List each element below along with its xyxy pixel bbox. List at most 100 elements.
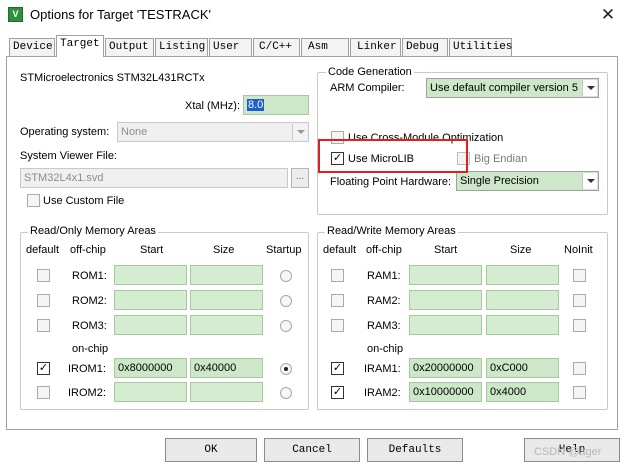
- ram1-label: RAM1:: [367, 270, 401, 282]
- rom-onchip-label: on-chip: [72, 343, 109, 355]
- use-custom-file-checkbox[interactable]: [27, 194, 40, 207]
- fph-select[interactable]: Single Precision: [456, 171, 599, 191]
- iram1-noinit-checkbox[interactable]: [573, 362, 586, 375]
- ok-button[interactable]: OK: [165, 438, 257, 462]
- iram1-label: IRAM1:: [364, 363, 401, 375]
- ram-header-start: Start: [434, 244, 458, 256]
- rom-header-startup: Startup: [266, 244, 302, 256]
- rom-areas-title: Read/Only Memory Areas: [28, 225, 158, 237]
- ram2-label: RAM2:: [367, 295, 401, 307]
- irom1-startup-radio[interactable]: [280, 363, 292, 375]
- ram3-start-input[interactable]: [409, 315, 482, 335]
- tab-utilities[interactable]: Utilities: [449, 38, 512, 56]
- iram1-start-input[interactable]: 0x20000000: [409, 358, 482, 378]
- os-label: Operating system:: [20, 126, 110, 138]
- irom2-label: IROM2:: [68, 387, 106, 399]
- os-value: None: [121, 126, 148, 138]
- irom2-start-input[interactable]: [114, 382, 187, 402]
- irom2-size-input[interactable]: [190, 382, 263, 402]
- rom1-size-input[interactable]: [190, 265, 263, 285]
- os-select: None: [117, 122, 309, 142]
- irom1-start-input[interactable]: 0x8000000: [114, 358, 187, 378]
- rom2-default-checkbox[interactable]: [37, 294, 50, 307]
- ram3-size-input[interactable]: [486, 315, 559, 335]
- ram3-default-checkbox[interactable]: [331, 319, 344, 332]
- ram-header-offchip: off-chip: [366, 244, 402, 256]
- irom2-startup-radio[interactable]: [280, 387, 292, 399]
- device-name: STMicroelectronics STM32L431RCTx: [20, 72, 205, 84]
- ram3-noinit-checkbox[interactable]: [573, 319, 586, 332]
- rom2-label: ROM2:: [72, 295, 107, 307]
- iram1-default-checkbox[interactable]: ✓: [331, 362, 344, 375]
- iram1-size-input[interactable]: 0xC000: [486, 358, 559, 378]
- ram-header-noinit: NoInit: [564, 244, 593, 256]
- irom1-label: IROM1:: [68, 363, 106, 375]
- tab-linker[interactable]: Linker: [350, 38, 401, 56]
- xtal-value: 8.0: [247, 99, 265, 111]
- ram3-label: RAM3:: [367, 320, 401, 332]
- ram-header-size: Size: [510, 244, 532, 256]
- rom2-size-input[interactable]: [190, 290, 263, 310]
- arm-compiler-select[interactable]: Use default compiler version 5: [426, 78, 599, 98]
- defaults-button[interactable]: Defaults: [367, 438, 463, 462]
- irom1-size-input[interactable]: 0x40000: [190, 358, 263, 378]
- rom2-startup-radio[interactable]: [280, 295, 292, 307]
- rom1-default-checkbox[interactable]: [37, 269, 50, 282]
- ram-onchip-label: on-chip: [367, 343, 404, 355]
- irom2-default-checkbox[interactable]: [37, 386, 50, 399]
- rom1-start-input[interactable]: [114, 265, 187, 285]
- rom3-default-checkbox[interactable]: [37, 319, 50, 332]
- rom-header-offchip: off-chip: [70, 244, 106, 256]
- rom3-startup-radio[interactable]: [280, 320, 292, 332]
- tab-asm[interactable]: Asm: [301, 38, 349, 56]
- arm-compiler-value: Use default compiler version 5: [430, 82, 578, 94]
- tab-device[interactable]: Device: [9, 38, 55, 56]
- ram1-start-input[interactable]: [409, 265, 482, 285]
- ram-header-default: default: [323, 244, 357, 256]
- tab-output[interactable]: Output: [105, 38, 154, 56]
- iram2-default-checkbox[interactable]: ✓: [331, 386, 344, 399]
- ram1-noinit-checkbox[interactable]: [573, 269, 586, 282]
- ram1-default-checkbox[interactable]: [331, 269, 344, 282]
- chevron-down-icon: [582, 173, 597, 189]
- fph-label: Floating Point Hardware:: [330, 176, 452, 188]
- window-title: Options for Target 'TESTRACK': [30, 7, 212, 22]
- rom2-start-input[interactable]: [114, 290, 187, 310]
- rom3-start-input[interactable]: [114, 315, 187, 335]
- rom1-label: ROM1:: [72, 270, 107, 282]
- ram1-size-input[interactable]: [486, 265, 559, 285]
- ram2-start-input[interactable]: [409, 290, 482, 310]
- chevron-down-icon: [582, 80, 597, 96]
- iram2-size-input[interactable]: 0x4000: [486, 382, 559, 402]
- use-custom-file-label: Use Custom File: [43, 195, 125, 207]
- rom1-startup-radio[interactable]: [280, 270, 292, 282]
- svf-input: STM32L4x1.svd: [20, 168, 288, 188]
- ram2-noinit-checkbox[interactable]: [573, 294, 586, 307]
- big-endian-label: Big Endian: [474, 153, 528, 165]
- tab-listing[interactable]: Listing: [155, 38, 208, 56]
- ram-areas-title: Read/Write Memory Areas: [325, 225, 458, 237]
- cancel-button[interactable]: Cancel: [264, 438, 360, 462]
- csdn-watermark: CSDN @ager: [534, 446, 602, 458]
- rom3-size-input[interactable]: [190, 315, 263, 335]
- tab-c-cpp[interactable]: C/C++: [253, 38, 300, 56]
- tab-target[interactable]: Target: [56, 35, 104, 57]
- ram2-default-checkbox[interactable]: [331, 294, 344, 307]
- tab-debug[interactable]: Debug: [402, 38, 448, 56]
- close-icon[interactable]: ✕: [596, 4, 620, 26]
- ram2-size-input[interactable]: [486, 290, 559, 310]
- keil-app-icon: V: [8, 7, 23, 22]
- rom3-label: ROM3:: [72, 320, 107, 332]
- irom1-default-checkbox[interactable]: ✓: [37, 362, 50, 375]
- iram2-label: IRAM2:: [364, 387, 401, 399]
- svf-label: System Viewer File:: [20, 150, 117, 162]
- rom-header-size: Size: [213, 244, 235, 256]
- xtal-label: Xtal (MHz):: [185, 100, 240, 112]
- tab-user[interactable]: User: [209, 38, 252, 56]
- iram2-start-input[interactable]: 0x10000000: [409, 382, 482, 402]
- rom-header-default: default: [26, 244, 60, 256]
- xtal-input[interactable]: 8.0: [243, 95, 309, 115]
- microlib-highlight-box: [318, 139, 468, 173]
- rom-header-start: Start: [140, 244, 164, 256]
- iram2-noinit-checkbox[interactable]: [573, 386, 586, 399]
